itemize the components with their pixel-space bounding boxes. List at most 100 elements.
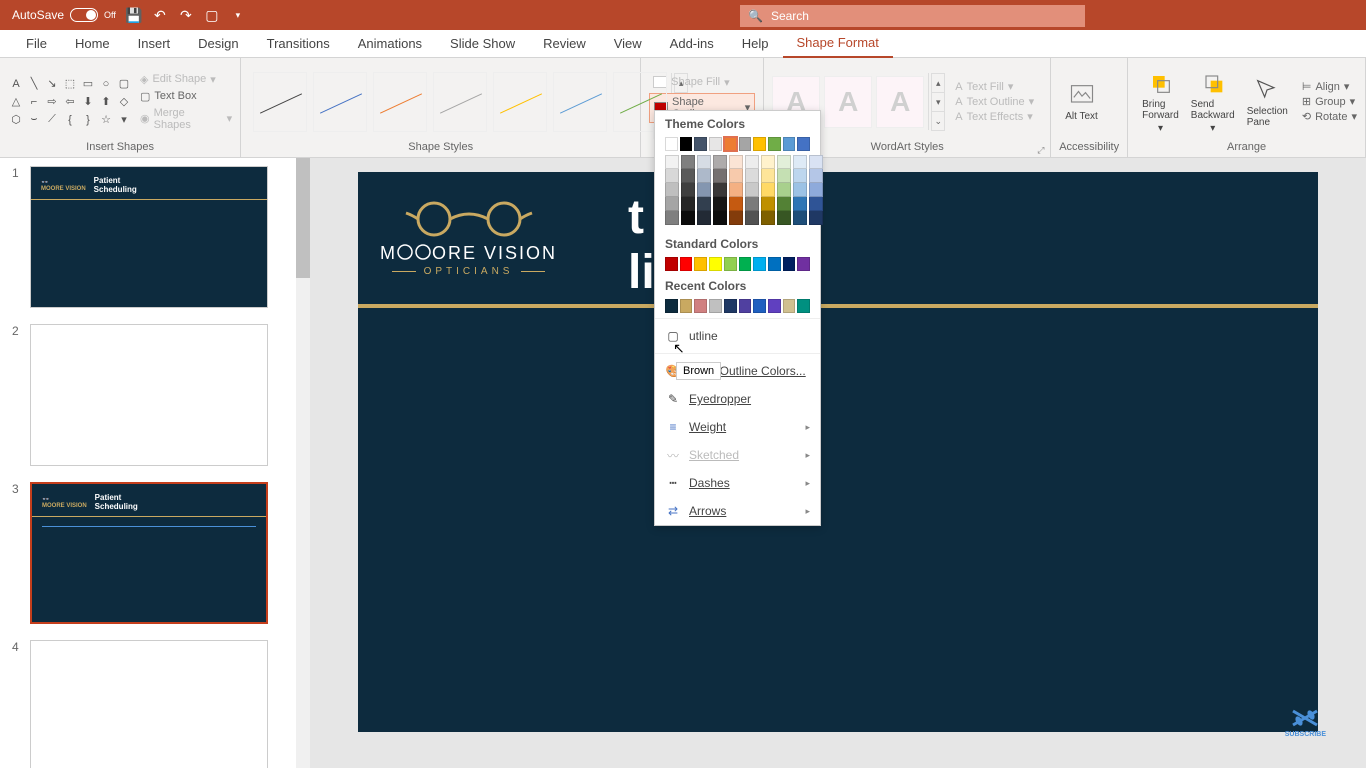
- color-swatch[interactable]: [665, 257, 678, 271]
- standard-color-row[interactable]: [655, 255, 820, 273]
- bring-forward-button[interactable]: Bring Forward ▾: [1136, 67, 1185, 136]
- tab-transitions[interactable]: Transitions: [253, 30, 344, 57]
- tab-review[interactable]: Review: [529, 30, 600, 57]
- color-swatch[interactable]: [777, 169, 791, 183]
- color-swatch[interactable]: [783, 299, 796, 313]
- color-swatch[interactable]: [665, 155, 679, 169]
- present-icon[interactable]: ▢: [204, 7, 220, 23]
- save-icon[interactable]: 💾: [126, 7, 142, 23]
- color-swatch[interactable]: [797, 257, 810, 271]
- color-swatch[interactable]: [697, 169, 711, 183]
- subscribe-badge[interactable]: SUBSCRIBE: [1285, 705, 1326, 738]
- color-swatch[interactable]: [729, 155, 743, 169]
- text-box-button[interactable]: ▢ Text Box: [140, 90, 232, 103]
- slide-thumb-4[interactable]: 4: [12, 640, 284, 768]
- eyedropper-item[interactable]: ✎Eyedropper: [655, 385, 820, 413]
- send-backward-button[interactable]: Send Backward ▾: [1185, 67, 1241, 136]
- color-swatch[interactable]: [761, 169, 775, 183]
- color-swatch[interactable]: [681, 155, 695, 169]
- color-swatch[interactable]: [680, 137, 693, 151]
- color-swatch[interactable]: [745, 155, 759, 169]
- autosave-toggle[interactable]: AutoSave Off: [12, 8, 116, 22]
- color-swatch[interactable]: [665, 211, 679, 225]
- color-swatch[interactable]: [724, 257, 737, 271]
- undo-icon[interactable]: ↶: [152, 7, 168, 23]
- color-swatch[interactable]: [681, 169, 695, 183]
- color-swatch[interactable]: [709, 299, 722, 313]
- color-swatch[interactable]: [729, 197, 743, 211]
- theme-color-row[interactable]: [655, 135, 820, 153]
- color-swatch[interactable]: [768, 137, 781, 151]
- tab-animations[interactable]: Animations: [344, 30, 436, 57]
- tab-view[interactable]: View: [600, 30, 656, 57]
- tab-file[interactable]: File: [12, 30, 61, 57]
- color-swatch[interactable]: [681, 197, 695, 211]
- color-swatch[interactable]: [768, 257, 781, 271]
- color-swatch[interactable]: [680, 257, 693, 271]
- color-swatch[interactable]: [694, 137, 707, 151]
- color-swatch[interactable]: [753, 137, 766, 151]
- color-swatch[interactable]: [793, 169, 807, 183]
- recent-color-row[interactable]: [655, 297, 820, 315]
- color-swatch[interactable]: [793, 155, 807, 169]
- wa-more-icon[interactable]: ⌄: [931, 111, 945, 131]
- color-swatch[interactable]: [697, 183, 711, 197]
- color-swatch[interactable]: [761, 155, 775, 169]
- color-swatch[interactable]: [809, 183, 823, 197]
- tab-home[interactable]: Home: [61, 30, 124, 57]
- color-swatch[interactable]: [753, 299, 766, 313]
- alt-text-button[interactable]: Alt Text: [1059, 79, 1104, 124]
- redo-icon[interactable]: ↷: [178, 7, 194, 23]
- search-box[interactable]: 🔍 Search: [740, 5, 1085, 27]
- color-swatch[interactable]: [745, 183, 759, 197]
- rotate-button[interactable]: ⟲ Rotate ▾: [1302, 110, 1357, 123]
- color-swatch[interactable]: [783, 137, 796, 151]
- style-gallery[interactable]: [249, 68, 671, 136]
- color-swatch[interactable]: [809, 169, 823, 183]
- dialog-launcher-icon[interactable]: ⤢: [1037, 145, 1047, 155]
- color-swatch[interactable]: [739, 257, 752, 271]
- shapes-gallery[interactable]: A╲↘⬚▭○▢ △⌐⇨⇦⬇⬆◇ ⬡⌣⟋{}☆▾: [8, 76, 132, 128]
- tab-slideshow[interactable]: Slide Show: [436, 30, 529, 57]
- tab-insert[interactable]: Insert: [124, 30, 185, 57]
- weight-item[interactable]: ≡Weight▸: [655, 413, 820, 441]
- color-swatch[interactable]: [681, 183, 695, 197]
- color-swatch[interactable]: [729, 211, 743, 225]
- color-swatch[interactable]: [713, 211, 727, 225]
- slide-thumb-3[interactable]: 3👓MOORE VISIONPatientScheduling: [12, 482, 284, 624]
- color-swatch[interactable]: [697, 155, 711, 169]
- theme-tints[interactable]: [655, 153, 820, 231]
- slide-thumb-1[interactable]: 1👓MOORE VISIONPatientScheduling: [12, 166, 284, 308]
- color-swatch[interactable]: [809, 197, 823, 211]
- tab-shapeformat[interactable]: Shape Format: [783, 29, 893, 58]
- wa-up-icon[interactable]: ▴: [931, 73, 945, 93]
- color-swatch[interactable]: [713, 169, 727, 183]
- color-swatch[interactable]: [665, 169, 679, 183]
- color-swatch[interactable]: [713, 155, 727, 169]
- wa-down-icon[interactable]: ▾: [931, 92, 945, 112]
- color-swatch[interactable]: [713, 197, 727, 211]
- color-swatch[interactable]: [729, 169, 743, 183]
- color-swatch[interactable]: [697, 211, 711, 225]
- color-swatch[interactable]: [681, 211, 695, 225]
- color-swatch[interactable]: [724, 299, 737, 313]
- color-swatch[interactable]: [761, 197, 775, 211]
- arrows-item[interactable]: ⇄Arrows▸: [655, 497, 820, 525]
- color-swatch[interactable]: [665, 183, 679, 197]
- color-swatch[interactable]: [793, 197, 807, 211]
- selection-pane-button[interactable]: Selection Pane: [1241, 74, 1294, 130]
- color-swatch[interactable]: [797, 299, 810, 313]
- color-swatch[interactable]: [739, 299, 752, 313]
- color-swatch[interactable]: [797, 137, 810, 151]
- tab-addins[interactable]: Add-ins: [656, 30, 728, 57]
- color-swatch[interactable]: [680, 299, 693, 313]
- color-swatch[interactable]: [777, 197, 791, 211]
- color-swatch[interactable]: [713, 183, 727, 197]
- align-button[interactable]: ⊨ Align ▾: [1302, 80, 1357, 93]
- color-swatch[interactable]: [665, 299, 678, 313]
- color-swatch[interactable]: [709, 257, 722, 271]
- color-swatch[interactable]: [665, 137, 678, 151]
- color-swatch[interactable]: [761, 211, 775, 225]
- color-swatch[interactable]: [739, 137, 752, 151]
- slide-thumb-2[interactable]: 2: [12, 324, 284, 466]
